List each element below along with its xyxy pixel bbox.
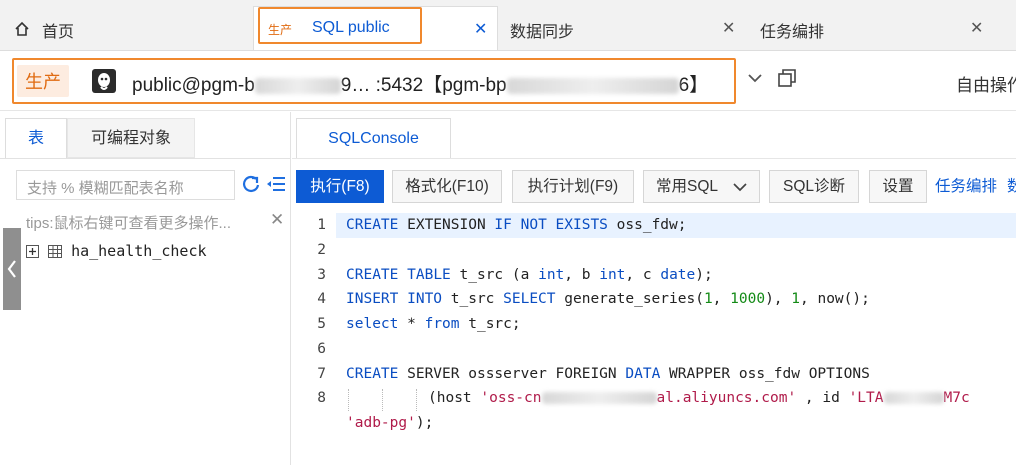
left-panel: 表 可编程对象 支持 % 模糊匹配表名称 tips:鼠标右键可查看更多操作...…: [0, 112, 291, 465]
tips-text: tips:鼠标右键可查看更多操作...: [26, 215, 232, 232]
code-line: select * from t_src;: [346, 316, 521, 332]
table-icon: [48, 245, 63, 258]
tab-table[interactable]: 表: [5, 118, 67, 158]
list-filter-icon[interactable]: [266, 175, 286, 198]
tab-task-orch[interactable]: 任务编排 ✕: [750, 6, 996, 50]
line-number: 6: [317, 341, 326, 357]
close-icon[interactable]: ✕: [270, 210, 284, 230]
divider: [0, 158, 290, 159]
line-number: 3: [317, 267, 326, 283]
indent-guide: [348, 389, 350, 411]
sql-diagnose-button[interactable]: SQL诊断: [769, 170, 859, 203]
tab-home[interactable]: 首页: [0, 6, 250, 50]
indent-guide: [382, 389, 384, 411]
code-line: INSERT INTO t_src SELECT generate_series…: [346, 291, 870, 307]
tab-programmable-objects[interactable]: 可编程对象: [67, 118, 195, 158]
code-line: CREATE TABLE t_src (a int, b int, c date…: [346, 267, 713, 283]
tab-data-sync[interactable]: 数据同步 ✕: [500, 6, 748, 50]
table-search-input[interactable]: 支持 % 模糊匹配表名称: [16, 170, 235, 200]
execute-button[interactable]: 执行(F8): [296, 170, 384, 203]
line-number: 1: [317, 217, 326, 233]
line-gutter: 1 2 3 4 5 6 7 8: [296, 213, 336, 465]
line-number: 2: [317, 242, 326, 258]
format-button[interactable]: 格式化(F10): [392, 170, 502, 203]
expand-icon[interactable]: [26, 245, 39, 258]
indent-guide: [416, 389, 418, 411]
close-icon[interactable]: ✕: [722, 18, 735, 38]
highlight-box-connection: [12, 58, 736, 104]
code-line: 'adb-pg');: [346, 415, 434, 431]
close-icon[interactable]: ✕: [970, 18, 983, 38]
refresh-icon[interactable]: [241, 174, 261, 199]
tab-sqlconsole[interactable]: SQLConsole: [296, 118, 451, 158]
tab-home-label: 首页: [42, 24, 75, 41]
collapse-panel-handle[interactable]: [3, 228, 21, 310]
redacted-text: [541, 392, 657, 404]
settings-button[interactable]: 设置: [869, 170, 927, 203]
chevron-down-icon: [733, 183, 747, 192]
operation-mode-label[interactable]: 自由操作: [956, 71, 1016, 96]
code-line: (host 'oss-cn al.aliyuncs.com' , id 'LTA M…: [428, 390, 970, 406]
code-line: CREATE EXTENSION IF NOT EXISTS oss_fdw;: [346, 217, 687, 233]
execution-plan-button[interactable]: 执行计划(F9): [512, 170, 634, 203]
task-orch-link[interactable]: 任务编排: [935, 170, 997, 203]
more-link[interactable]: 数: [1007, 170, 1016, 203]
line-number: 8: [317, 390, 326, 406]
tab-task-orch-label: 任务编排: [760, 24, 825, 41]
line-number: 4: [317, 291, 326, 307]
common-sql-dropdown[interactable]: 常用SQL: [643, 170, 760, 203]
chevron-down-icon[interactable]: [746, 69, 764, 92]
copy-icon[interactable]: [776, 67, 798, 94]
tree-item-table[interactable]: ha_health_check: [26, 242, 207, 260]
table-name: ha_health_check: [71, 242, 207, 260]
tab-data-sync-label: 数据同步: [510, 24, 575, 41]
line-number: 7: [317, 366, 326, 382]
close-icon[interactable]: ✕: [474, 19, 487, 39]
home-icon: [15, 21, 29, 36]
code-line: CREATE SERVER ossserver FOREIGN DATA WRA…: [346, 366, 870, 382]
redacted-text: [883, 392, 944, 404]
common-sql-label: 常用SQL: [656, 178, 719, 195]
line-number: 5: [317, 316, 326, 332]
sql-editor[interactable]: 1 2 3 4 5 6 7 8 CREATE EXTENSION IF NOT …: [296, 213, 1016, 465]
highlight-box-tab: [258, 7, 422, 44]
divider: [292, 158, 1016, 159]
tab-bar: 首页 生产 SQL public ✕ 数据同步 ✕ 任务编排 ✕: [0, 0, 1016, 51]
